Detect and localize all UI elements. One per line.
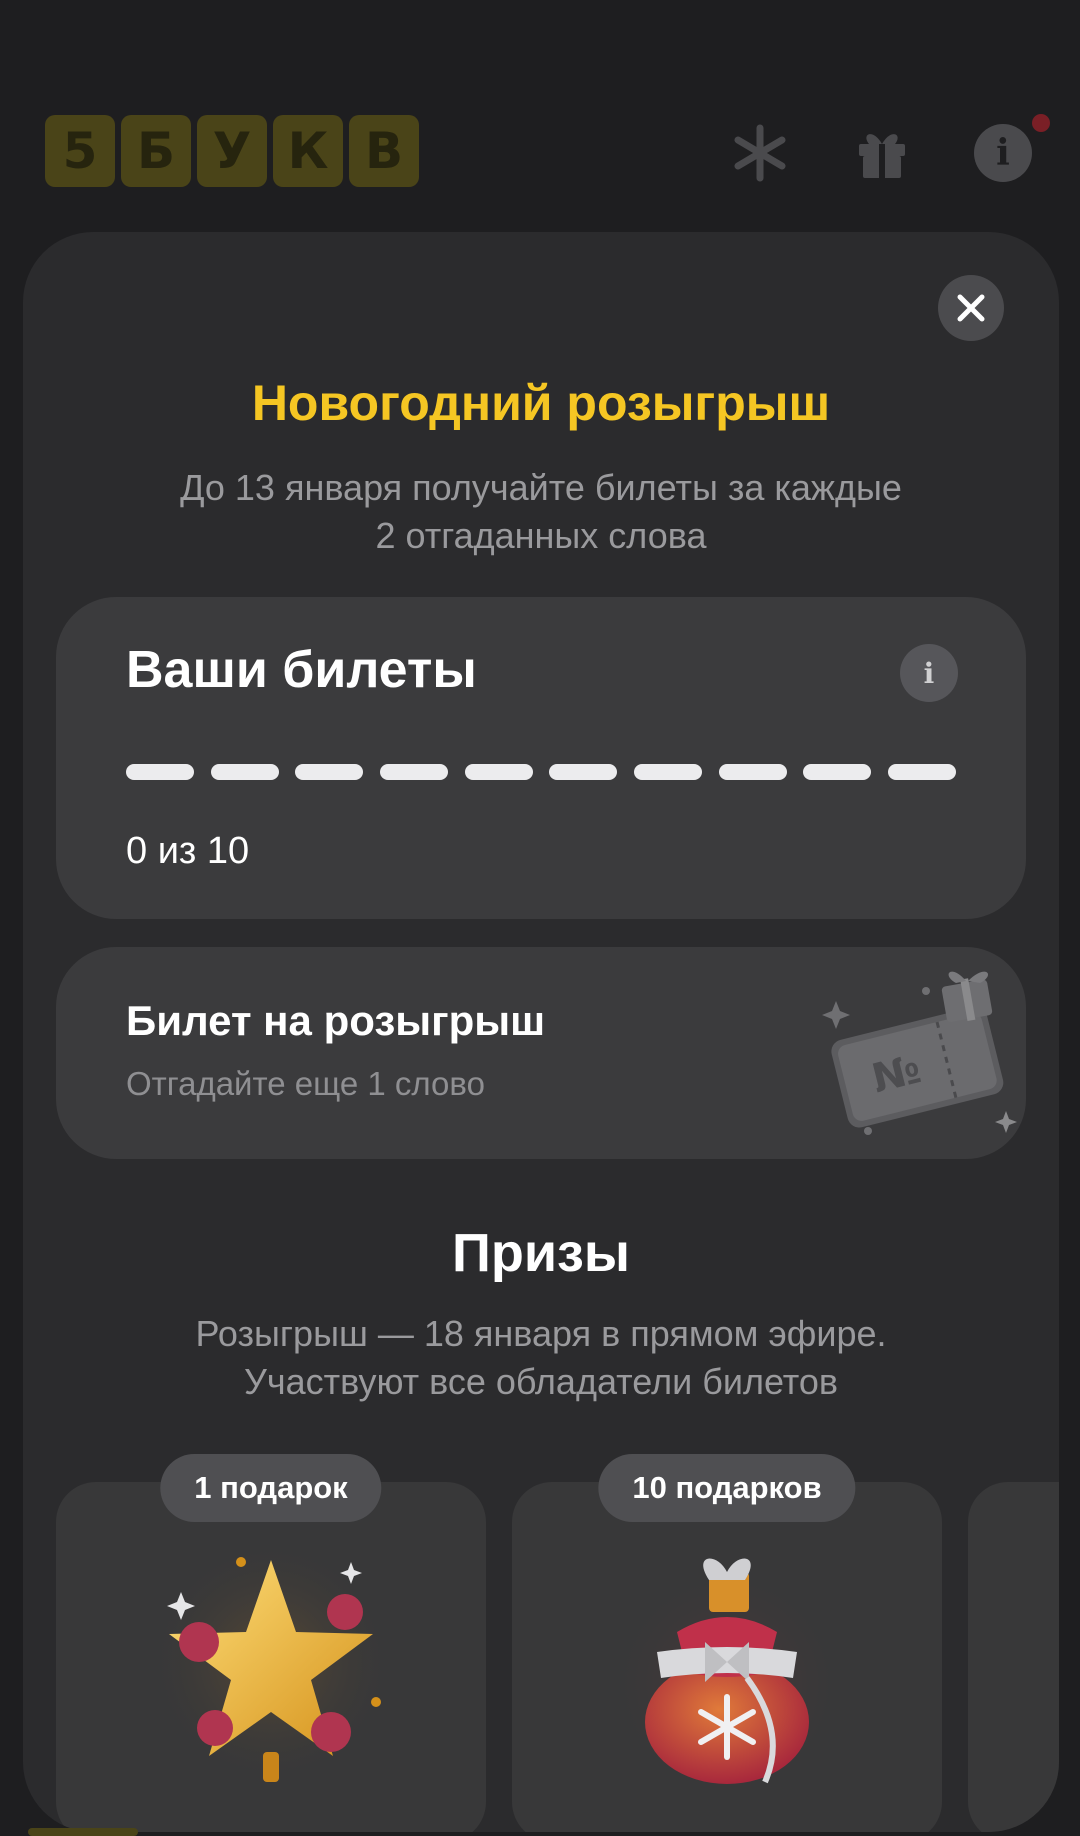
progress-segment — [718, 764, 787, 780]
notification-dot — [1032, 114, 1050, 132]
prize-card[interactable]: 1 подарок — [56, 1454, 486, 1832]
snowflake-icon[interactable] — [730, 123, 790, 183]
progress-segment — [633, 764, 702, 780]
gift-bag-icon — [512, 1522, 942, 1802]
logo: 5 Б У К В — [45, 115, 419, 187]
prize-card-partial[interactable] — [968, 1482, 1059, 1832]
raffle-ticket-subtitle: Отгадайте еще 1 слово — [126, 1065, 485, 1102]
progress-segment — [887, 764, 956, 780]
tickets-info-button[interactable]: i — [900, 644, 958, 702]
progress-segment — [379, 764, 448, 780]
logo-tile: 5 — [45, 115, 115, 187]
prizes-subtitle-line: Участвуют все обладатели билетов — [243, 1361, 839, 1402]
prizes-subtitle-line: Розыгрыш — 18 января в прямом эфире. — [195, 1313, 887, 1354]
app-root: 5 Б У К В i Новогодний розыгрыш До 13 ян… — [0, 0, 1080, 1836]
raffle-modal: Новогодний розыгрыш До 13 января получай… — [23, 232, 1059, 1832]
logo-tile: Б — [121, 115, 191, 187]
raffle-ticket-title: Билет на розыгрыш — [126, 997, 546, 1044]
gift-icon[interactable] — [852, 123, 912, 183]
progress-segment — [464, 764, 533, 780]
prize-badge: 10 подарков — [598, 1454, 856, 1522]
logo-tile: У — [197, 115, 267, 187]
tickets-card: Ваши билеты i 0 из 10 — [56, 597, 1026, 919]
prizes-subtitle: Розыгрыш — 18 января в прямом эфире. Уча… — [83, 1310, 999, 1406]
progress-segment — [803, 764, 872, 780]
prizes-title: Призы — [452, 1223, 630, 1283]
prize-card[interactable]: 10 подарков — [512, 1454, 942, 1832]
tickets-count: 0 из 10 — [126, 830, 250, 872]
ticket-icon: № — [822, 971, 1017, 1135]
progress-segment — [210, 764, 279, 780]
logo-tile: В — [349, 115, 419, 187]
logo-tile: К — [273, 115, 343, 187]
modal-subtitle: До 13 января получайте билеты за каждые … — [103, 464, 979, 560]
close-icon — [957, 294, 985, 322]
subtitle-line: До 13 января получайте билеты за каждые — [180, 467, 902, 508]
subtitle-line: 2 отгаданных слова — [375, 515, 707, 556]
close-button[interactable] — [938, 275, 1004, 341]
star-icon — [56, 1522, 486, 1802]
progress-segment — [549, 764, 618, 780]
modal-title: Новогодний розыгрыш — [251, 375, 831, 431]
tickets-title: Ваши билеты — [126, 641, 477, 699]
raffle-ticket-card[interactable]: Билет на розыгрыш Отгадайте еще 1 слово … — [56, 947, 1026, 1159]
progress-segment — [126, 764, 194, 780]
info-glyph: i — [974, 124, 1032, 182]
bottom-bar-edge — [28, 1828, 138, 1836]
prize-badge: 1 подарок — [160, 1454, 382, 1522]
header: 5 Б У К В i — [0, 0, 1080, 230]
info-icon[interactable]: i — [973, 123, 1033, 183]
tickets-progress — [126, 764, 956, 780]
progress-segment — [295, 764, 364, 780]
